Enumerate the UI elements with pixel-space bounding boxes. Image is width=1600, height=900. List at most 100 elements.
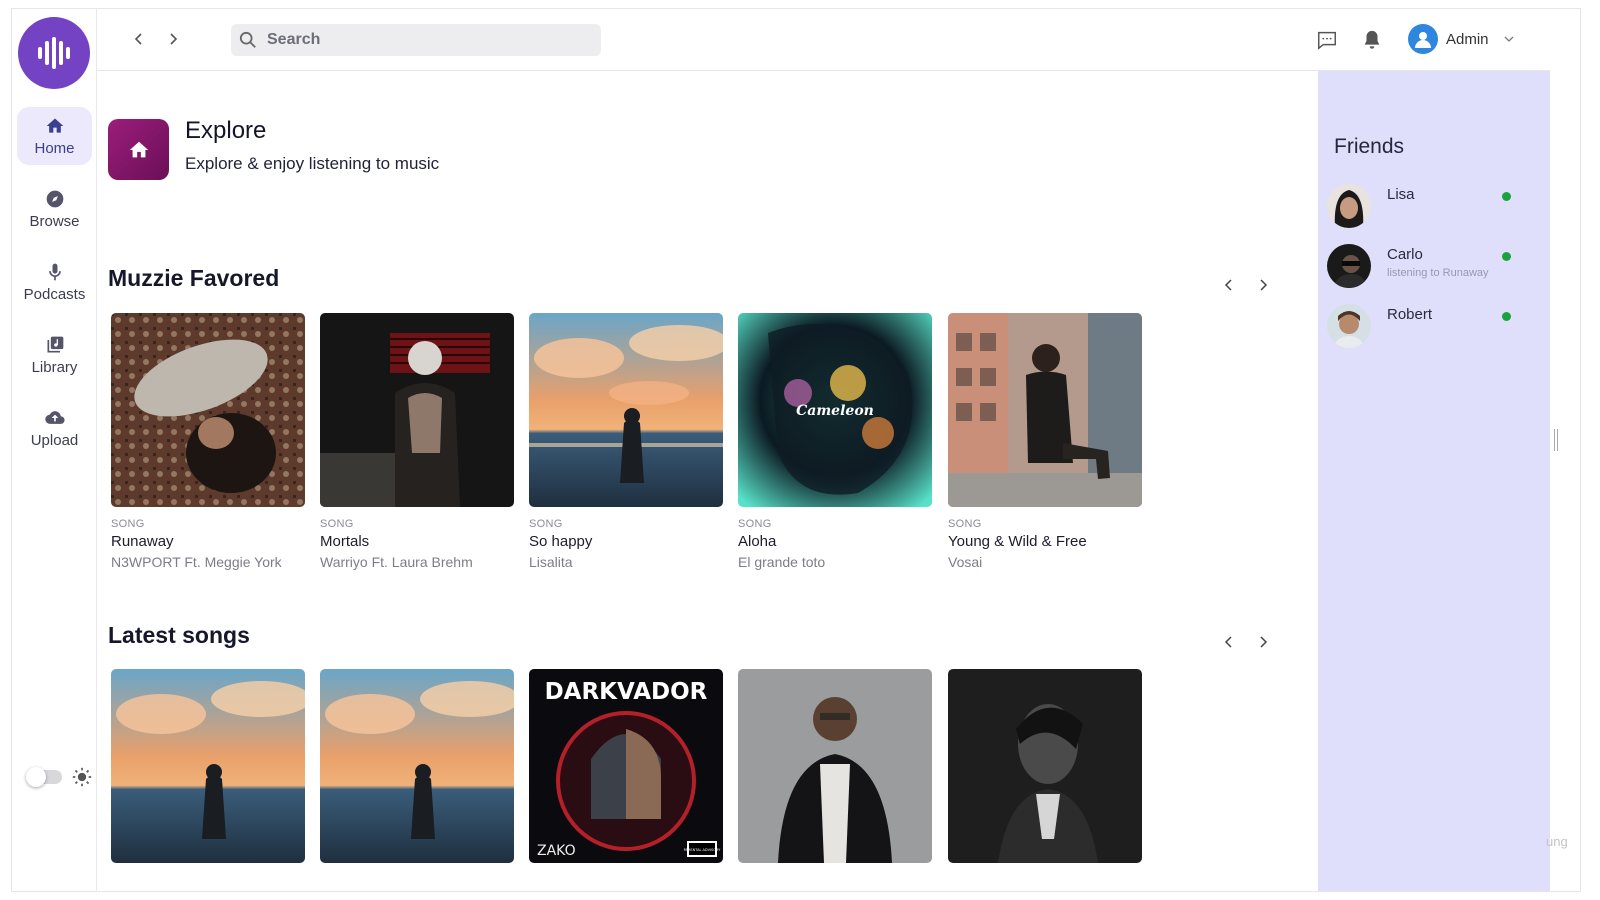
song-type: SONG [948, 518, 982, 530]
song-title[interactable]: Aloha [738, 533, 932, 550]
sidebar-item-browse[interactable]: Browse [17, 180, 92, 238]
sidebar-item-label: Upload [30, 431, 79, 449]
friend-item[interactable]: Carlo listening to Runaway [1327, 244, 1537, 290]
album-cover [948, 313, 1142, 507]
friend-item[interactable]: Lisa [1327, 184, 1537, 230]
theme-switch[interactable] [26, 767, 62, 787]
chevron-right-icon [170, 33, 178, 45]
sun-icon [72, 767, 92, 787]
song-type: SONG [738, 518, 772, 530]
song-artist[interactable]: El grande toto [738, 554, 932, 570]
notifications-button[interactable] [1359, 27, 1385, 53]
home-icon [46, 118, 63, 133]
library-icon [47, 336, 63, 352]
song-type: SONG [320, 518, 354, 530]
friend-avatar [1327, 244, 1371, 288]
favored-next-button[interactable] [1256, 278, 1270, 292]
cloud-upload-icon [44, 410, 65, 424]
song-card[interactable] [738, 669, 932, 863]
song-card[interactable]: SONG So happy Lisalita [529, 313, 723, 570]
chevron-right-icon [1260, 636, 1268, 648]
explore-badge [108, 119, 169, 180]
chevron-left-icon [1224, 636, 1232, 648]
song-type: SONG [111, 518, 145, 530]
song-card[interactable] [111, 669, 305, 863]
sidebar-item-label: Podcasts [23, 285, 86, 303]
cover-text: Cameleon [796, 403, 874, 419]
online-status-dot [1502, 252, 1511, 261]
song-artist[interactable]: Lisalita [529, 554, 723, 570]
sidebar-item-home[interactable]: Home [17, 107, 92, 165]
theme-toggle[interactable] [26, 767, 92, 787]
album-cover [111, 313, 305, 507]
album-cover [529, 313, 723, 507]
home-icon [129, 141, 148, 157]
resize-handle[interactable] [1554, 429, 1558, 451]
bell-icon [1364, 30, 1380, 49]
search-input[interactable] [267, 31, 567, 49]
cover-text: PARENTAL ADVISORY [684, 848, 722, 852]
user-name: Admin [1446, 30, 1489, 48]
song-title[interactable]: Young & Wild & Free [948, 533, 1142, 550]
chevron-left-icon [1224, 279, 1232, 291]
section-title-favored: Muzzie Favored [108, 265, 280, 291]
search-icon [239, 31, 256, 48]
latest-prev-button[interactable] [1222, 635, 1236, 649]
cover-text: ZAKO [537, 843, 576, 859]
song-card[interactable] [948, 669, 1142, 863]
friends-panel: Friends Lisa Carlo listening to Runaway … [1318, 71, 1550, 891]
chevron-right-icon [1260, 279, 1268, 291]
soundwave-logo-icon [38, 37, 70, 69]
friend-name: Lisa [1387, 186, 1415, 203]
chevron-down-icon [1504, 36, 1513, 42]
song-card[interactable]: SONG Mortals Warriyo Ft. Laura Brehm [320, 313, 514, 570]
song-card[interactable]: DARKVADOR ZAKO PARENTAL ADVISORY [529, 669, 723, 863]
sidebar-item-podcasts[interactable]: Podcasts [17, 253, 92, 311]
page-subtitle: Explore & enjoy listening to music [185, 154, 440, 173]
online-status-dot [1502, 312, 1511, 321]
sidebar-item-upload[interactable]: Upload [17, 399, 92, 457]
favored-prev-button[interactable] [1222, 278, 1236, 292]
song-type: SONG [529, 518, 563, 530]
friend-name: Robert [1387, 306, 1433, 323]
friend-avatar [1327, 304, 1371, 348]
user-menu[interactable]: Admin [1408, 24, 1515, 54]
sidebar-item-label: Library [31, 358, 78, 376]
album-cover: DARKVADOR ZAKO PARENTAL ADVISORY [529, 669, 723, 863]
compass-icon [46, 190, 63, 207]
latest-next-button[interactable] [1256, 635, 1270, 649]
friends-title: Friends [1334, 135, 1405, 158]
online-status-dot [1502, 192, 1511, 201]
friend-avatar [1327, 184, 1371, 228]
back-button[interactable] [129, 29, 149, 49]
song-title[interactable]: Runaway [111, 533, 305, 550]
sidebar: Home Browse Podcasts Library Upload [12, 9, 97, 891]
messages-button[interactable] [1314, 27, 1340, 53]
sidebar-item-library[interactable]: Library [17, 326, 92, 384]
user-icon [1415, 32, 1431, 48]
album-cover [948, 669, 1142, 863]
song-artist[interactable]: Warriyo Ft. Laura Brehm [320, 554, 514, 570]
top-bar: Admin [97, 9, 1550, 71]
song-artist[interactable]: N3WPORT Ft. Meggie York [111, 554, 305, 570]
chat-icon [1318, 31, 1336, 50]
cover-text: DARKVADOR [545, 679, 708, 705]
song-card[interactable]: Cameleon SONG Aloha El grande toto [738, 313, 932, 570]
page-title: Explore [185, 117, 267, 144]
friend-item[interactable]: Robert [1327, 304, 1537, 350]
latest-carousel-controls [1222, 635, 1270, 649]
song-artist[interactable]: Vosai [948, 554, 1142, 570]
sidebar-item-label: Home [34, 139, 75, 157]
forward-button[interactable] [163, 29, 183, 49]
search-box[interactable] [231, 24, 601, 56]
song-title[interactable]: Mortals [320, 533, 514, 550]
app-window: Home Browse Podcasts Library Upload Sear… [12, 9, 1580, 891]
song-title[interactable]: So happy [529, 533, 723, 550]
corner-text: ung [1546, 834, 1568, 849]
favored-carousel-controls [1222, 278, 1270, 292]
sidebar-item-label: Browse [29, 212, 80, 230]
song-card[interactable]: SONG Runaway N3WPORT Ft. Meggie York [111, 313, 305, 570]
song-card[interactable] [320, 669, 514, 863]
song-card[interactable]: SONG Young & Wild & Free Vosai [948, 313, 1142, 570]
app-logo[interactable] [18, 17, 90, 89]
